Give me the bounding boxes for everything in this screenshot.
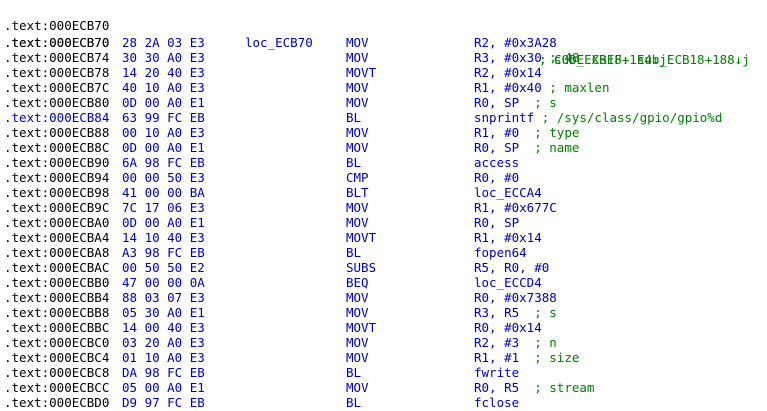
listing-xref-row[interactable]: .text:000ECB70 ; sub_ECB18+1E4↓j xyxy=(0,17,767,67)
operand-text[interactable]: R0, SP xyxy=(474,140,534,155)
operand-text[interactable]: R3, #0x30 xyxy=(474,50,549,65)
comment: ; type xyxy=(534,125,580,140)
operand-text[interactable]: R0, #0x7388 xyxy=(474,290,557,305)
comment: ; maxlen xyxy=(549,80,610,95)
operand-text[interactable]: R2, #3 xyxy=(474,335,534,350)
comment: ; size xyxy=(534,350,580,365)
operand-text[interactable]: fwrite xyxy=(474,365,519,380)
operand-text[interactable]: loc_ECCA4 xyxy=(474,185,542,200)
comment: ; 48 xyxy=(549,50,580,65)
operand-text[interactable]: R2, #0x3A28 xyxy=(474,35,557,50)
operand-text[interactable]: access xyxy=(474,155,519,170)
operand-text[interactable]: R0, #0x14 xyxy=(474,320,542,335)
operand-text[interactable]: loc_ECCD4 xyxy=(474,275,542,290)
operand-text[interactable]: R2, #0x14 xyxy=(474,65,542,80)
comment: ; s xyxy=(534,305,557,320)
operand-text[interactable]: R0, R5 xyxy=(474,380,534,395)
operand-text[interactable]: snprintf xyxy=(474,110,542,125)
listing-label-row[interactable]: .text:000ECB70 loc_ECB70 ; CODE XREF: su… xyxy=(0,0,767,67)
operand-text[interactable]: R3, R5 xyxy=(474,305,534,320)
operand-text[interactable]: R1, #0x14 xyxy=(474,230,542,245)
operand-text[interactable]: R0, SP xyxy=(474,95,534,110)
instruction-row[interactable]: .text:000ECBD0 D9 97 FC EB BL fclose xyxy=(0,394,767,411)
operand-text[interactable]: R1, #0x40 xyxy=(474,80,549,95)
mnemonic[interactable]: BL xyxy=(346,394,361,411)
operand-text[interactable]: fopen64 xyxy=(474,245,527,260)
comment: ; n xyxy=(534,335,557,350)
operand-text[interactable]: R0, #0 xyxy=(474,170,519,185)
comment: ; /sys/class/gpio/gpio%d xyxy=(541,110,723,125)
operand-text[interactable]: R1, #0 xyxy=(474,125,534,140)
comment: ; name xyxy=(534,140,580,155)
operands[interactable]: fclose xyxy=(474,394,519,411)
operand-text[interactable]: R1, #0x677C xyxy=(474,200,557,215)
comment: ; s xyxy=(534,95,557,110)
comment: ; stream xyxy=(534,380,595,395)
disassembly-listing[interactable]: .text:000ECB70 loc_ECB70 ; CODE XREF: su… xyxy=(0,0,767,411)
operand-text[interactable]: R0, SP xyxy=(474,215,519,230)
opcode-bytes: D9 97 FC EB xyxy=(122,395,205,410)
address[interactable]: .text:000ECBD0 xyxy=(4,394,109,411)
operand-text[interactable]: R1, #1 xyxy=(474,350,534,365)
operand-text[interactable]: R5, R0, #0 xyxy=(474,260,549,275)
